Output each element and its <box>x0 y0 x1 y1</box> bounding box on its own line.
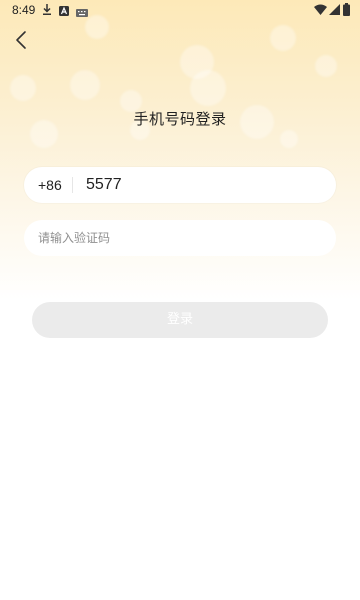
code-field[interactable] <box>24 220 336 256</box>
phone-input[interactable] <box>86 167 316 203</box>
bokeh-circle <box>270 25 296 51</box>
bokeh-circle <box>315 55 337 77</box>
login-button[interactable]: 登录 <box>32 302 328 338</box>
country-code[interactable]: +86 <box>38 167 62 203</box>
chevron-left-icon <box>16 31 26 49</box>
status-bar: 8:49 <box>0 0 360 20</box>
back-button[interactable] <box>10 28 34 52</box>
page-title: 手机号码登录 <box>133 110 227 128</box>
bokeh-circle <box>190 70 226 106</box>
battery-icon <box>343 3 350 19</box>
download-icon <box>42 4 52 18</box>
field-divider <box>72 177 73 193</box>
a-notification-icon <box>59 5 69 19</box>
status-time: 8:49 <box>12 3 36 17</box>
keyboard-icon <box>76 6 88 20</box>
wifi-icon <box>314 4 327 18</box>
bokeh-circle <box>280 130 298 148</box>
bokeh-circle <box>10 75 36 101</box>
phone-field[interactable]: +86 <box>24 167 336 203</box>
bokeh-circle <box>70 70 100 100</box>
signal-icon <box>329 4 340 18</box>
verification-code-input[interactable] <box>38 220 318 256</box>
